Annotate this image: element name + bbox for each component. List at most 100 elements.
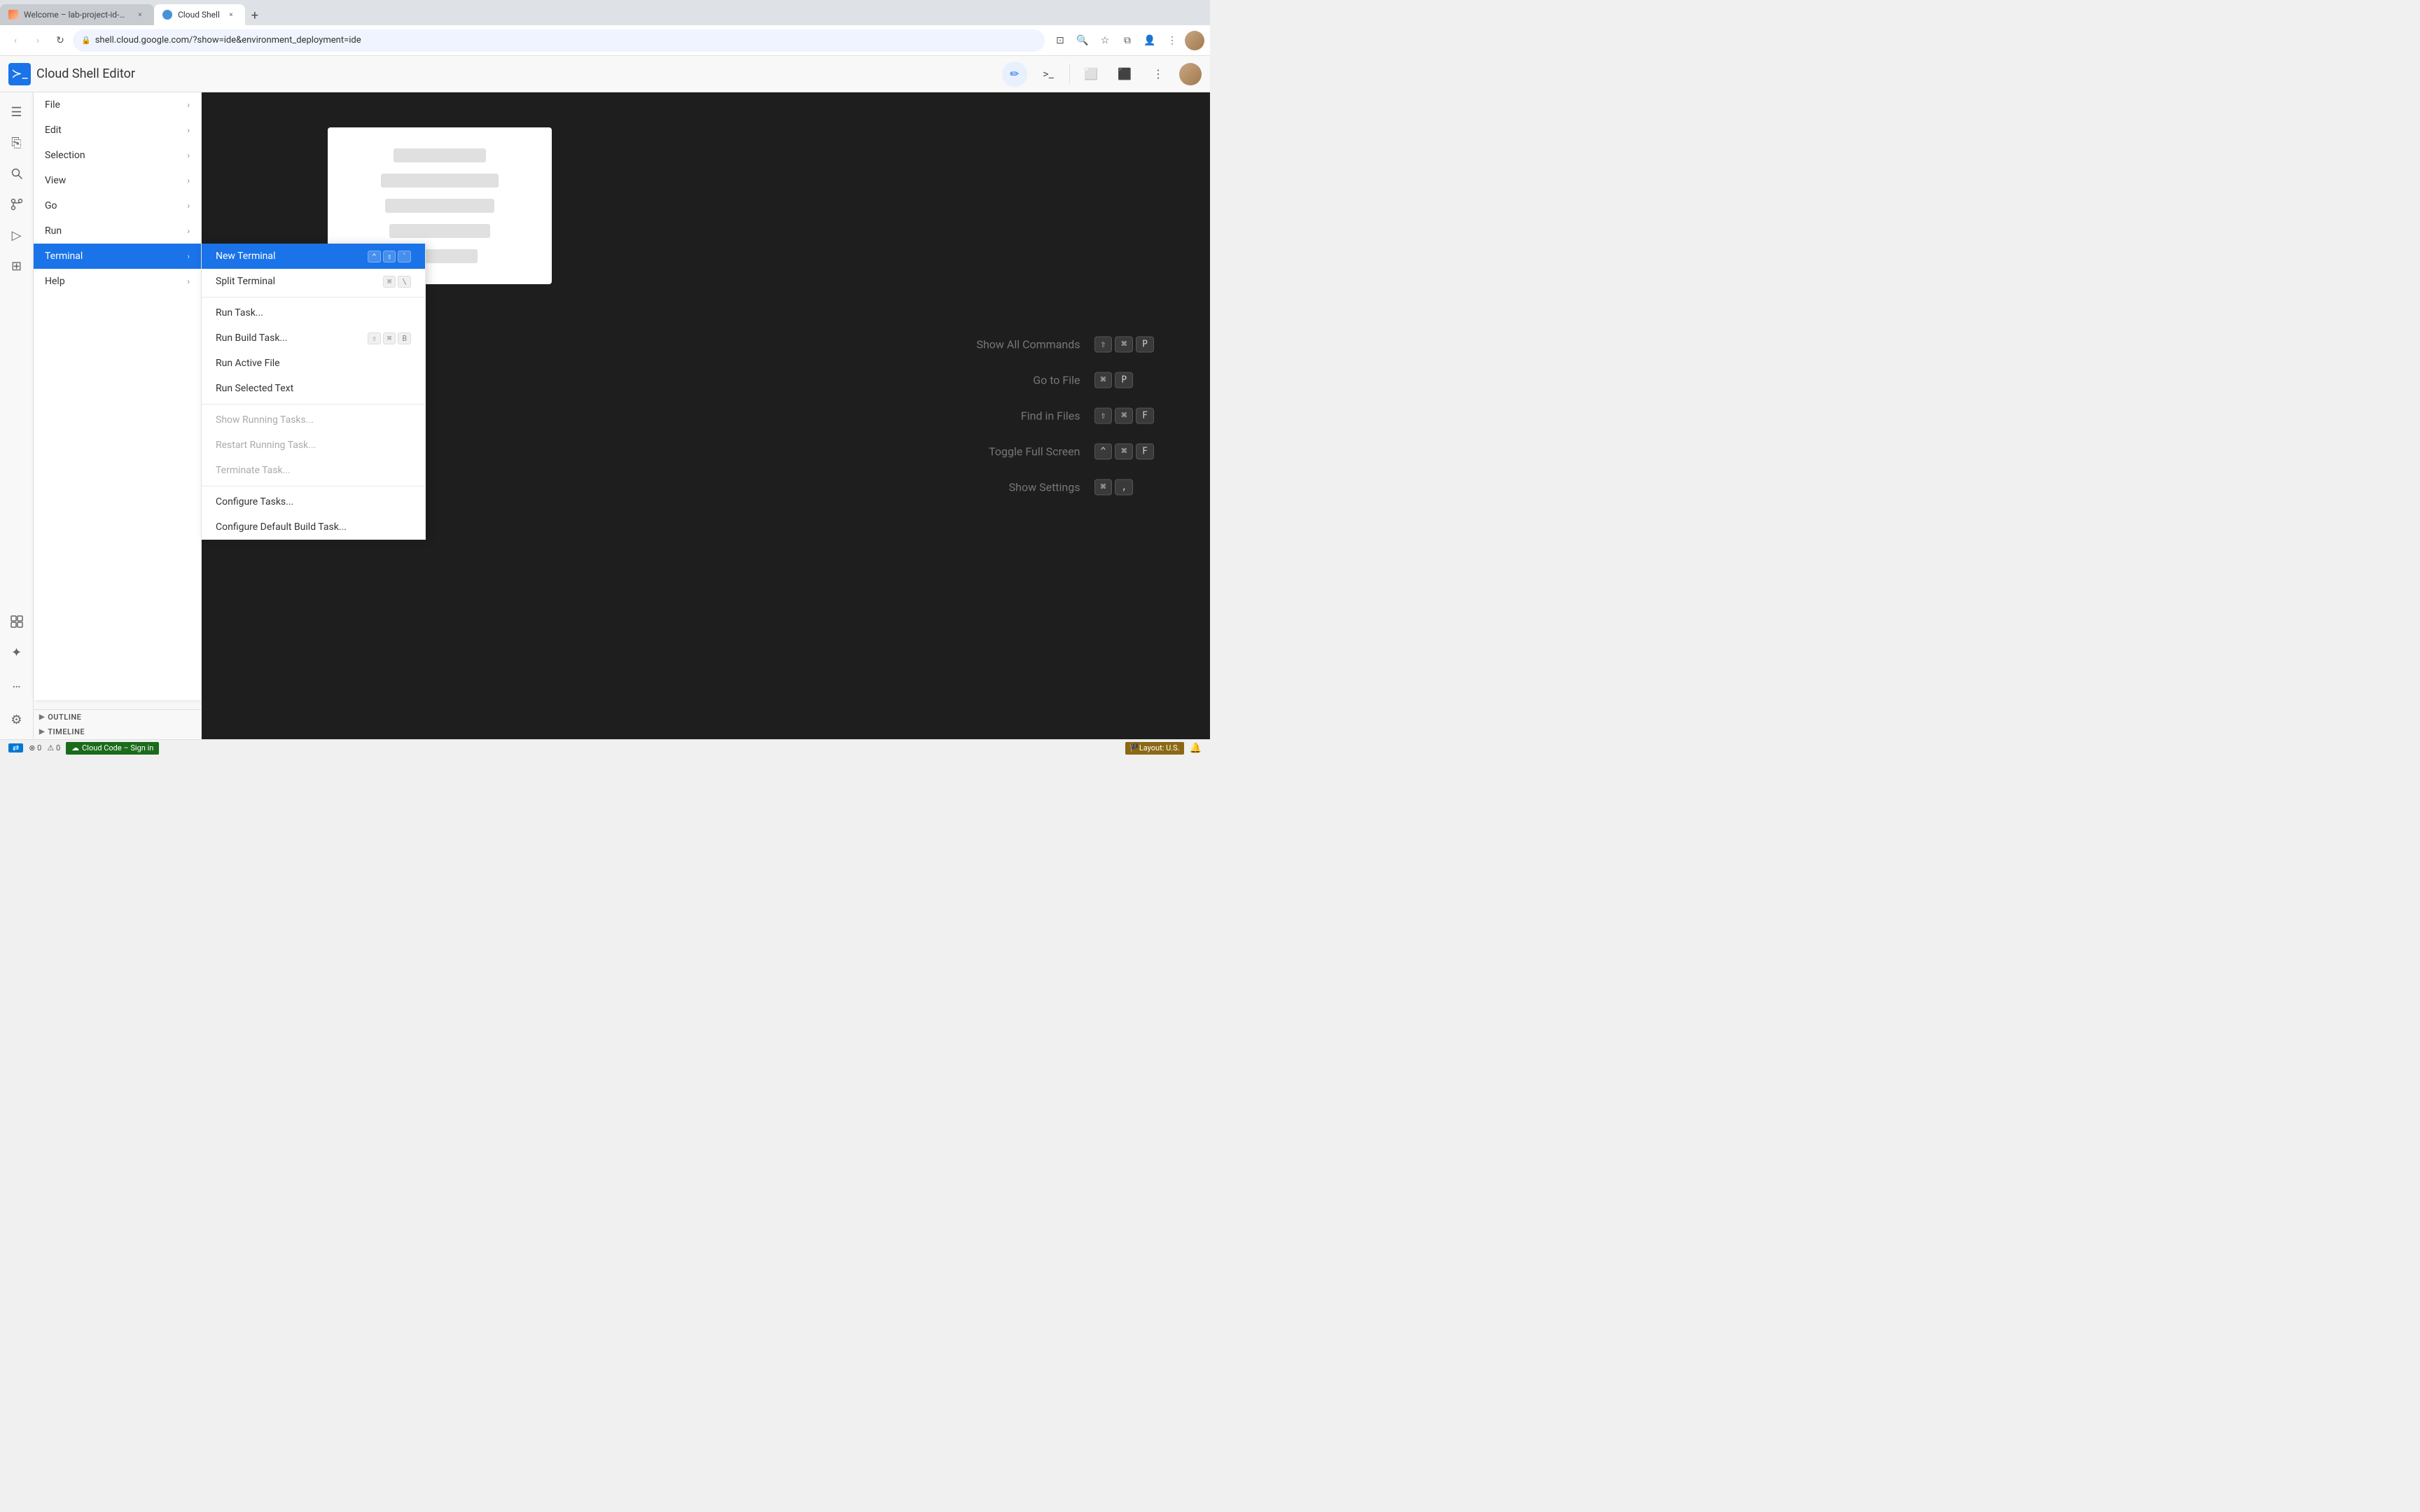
menu-selection[interactable]: Selection ›: [34, 143, 201, 168]
terminal-submenu: New Terminal ⌃ ⇧ ` Split Terminal ⌘ \: [202, 244, 426, 540]
activity-search[interactable]: [3, 160, 31, 188]
activity-extensions[interactable]: ⊞: [3, 252, 31, 280]
app-logo[interactable]: ≻_ Cloud Shell Editor: [8, 63, 135, 85]
terminal-mode-button[interactable]: >_: [1036, 62, 1061, 87]
activity-more[interactable]: …: [3, 669, 31, 697]
bookmark-icon[interactable]: ☆: [1095, 31, 1115, 50]
status-warnings: ⚠ 0: [47, 743, 60, 752]
menu-edit-arrow: ›: [187, 125, 190, 135]
submenu-divider-2: [202, 404, 425, 405]
menu-help-arrow: ›: [187, 276, 190, 286]
menu-help-label: Help: [45, 276, 187, 287]
shortcut-label-3: Find in Files: [940, 410, 1080, 423]
shortcut-cmd: ⌘: [383, 276, 396, 288]
submenu-run-build-task-shortcut: ⇧ ⌘ B: [368, 332, 411, 344]
shortcut-ctrl: ⌃: [368, 251, 381, 262]
split-button[interactable]: ⬛: [1112, 62, 1137, 87]
skeleton-2: [381, 174, 499, 188]
cloud-code-label: Cloud Code – Sign in: [82, 743, 153, 752]
menu-file[interactable]: File ›: [34, 92, 201, 118]
tab-close-cloudshell[interactable]: ×: [225, 9, 237, 20]
activity-source-control[interactable]: [3, 190, 31, 218]
browser-tab-bar: Welcome – lab-project-id-e... × Cloud Sh…: [0, 0, 1210, 25]
shortcut-row-3: Find in Files ⇧ ⌘ F: [940, 408, 1154, 424]
shortcut-key-f: F: [1136, 408, 1154, 424]
more-icon[interactable]: ⋮: [1162, 31, 1182, 50]
address-bar[interactable]: 🔒 shell.cloud.google.com/?show=ide&envir…: [73, 29, 1045, 52]
header-avatar[interactable]: [1179, 63, 1202, 85]
tab-close-welcome[interactable]: ×: [134, 9, 146, 20]
cloud-code-button[interactable]: ☁ Cloud Code – Sign in: [66, 742, 159, 755]
shortcut-key-p2: P: [1115, 372, 1133, 388]
menu-terminal[interactable]: Terminal ›: [34, 244, 201, 269]
menu-view-label: View: [45, 175, 187, 186]
submenu-terminate-task-label: Terminate Task...: [216, 465, 411, 476]
submenu-configure-default-build-task[interactable]: Configure Default Build Task...: [202, 514, 425, 540]
menu-help[interactable]: Help ›: [34, 269, 201, 294]
menu-go[interactable]: Go ›: [34, 193, 201, 218]
header-divider: [1069, 64, 1070, 84]
account-icon[interactable]: 👤: [1140, 31, 1160, 50]
tab-label-cloudshell: Cloud Shell: [178, 10, 220, 20]
submenu-new-terminal-label: New Terminal: [216, 251, 368, 262]
shortcut-backslash: \: [398, 276, 411, 288]
activity-menu[interactable]: ☰: [3, 98, 31, 126]
activity-run[interactable]: ▷: [3, 221, 31, 249]
menu-file-arrow: ›: [187, 100, 190, 110]
submenu-restart-running-task-label: Restart Running Task...: [216, 440, 411, 451]
zoom-icon[interactable]: 🔍: [1073, 31, 1092, 50]
menu-view[interactable]: View ›: [34, 168, 201, 193]
shortcut-key-cmd5: ⌘: [1094, 479, 1113, 496]
submenu-configure-tasks-label: Configure Tasks...: [216, 496, 411, 507]
submenu-configure-default-build-task-label: Configure Default Build Task...: [216, 522, 411, 533]
submenu-run-build-task[interactable]: Run Build Task... ⇧ ⌘ B: [202, 326, 425, 351]
left-panel: ▶ OUTLINE ▶ TIMELINE File › Edit ›: [34, 92, 202, 739]
menu-selection-arrow: ›: [187, 150, 190, 160]
submenu-new-terminal[interactable]: New Terminal ⌃ ⇧ `: [202, 244, 425, 269]
browser-tab-welcome[interactable]: Welcome – lab-project-id-e... ×: [0, 4, 154, 25]
activity-gemini[interactable]: ✦: [3, 638, 31, 666]
submenu-run-active-file[interactable]: Run Active File: [202, 351, 425, 376]
browser-tab-cloudshell[interactable]: Cloud Shell ×: [154, 4, 245, 25]
shortcut-key-cmd3: ⌘: [1115, 408, 1133, 424]
submenu-configure-tasks[interactable]: Configure Tasks...: [202, 489, 425, 514]
submenu-split-terminal[interactable]: Split Terminal ⌘ \: [202, 269, 425, 294]
cast-icon[interactable]: ⊡: [1050, 31, 1070, 50]
shortcut-label-2: Go to File: [940, 374, 1080, 387]
header-more-button[interactable]: ⋮: [1146, 62, 1171, 87]
new-tab-button[interactable]: +: [245, 6, 265, 25]
edit-mode-button[interactable]: ✏: [1002, 62, 1027, 87]
timeline-section[interactable]: ▶ TIMELINE: [34, 724, 201, 739]
nav-back-button[interactable]: ‹: [6, 31, 25, 50]
submenu-run-task[interactable]: Run Task...: [202, 300, 425, 326]
shortcut-keys-5: ⌘ ,: [1094, 479, 1134, 496]
notification-bell[interactable]: 🔔: [1190, 743, 1202, 754]
menu-edit[interactable]: Edit ›: [34, 118, 201, 143]
activity-settings[interactable]: ⚙: [3, 706, 31, 734]
primary-menu: File › Edit › Selection › View › Go ›: [34, 92, 202, 700]
submenu-run-selected-text[interactable]: Run Selected Text: [202, 376, 425, 401]
layout-flag-icon: 🏴: [1129, 743, 1139, 752]
shortcut-b: B: [398, 332, 411, 344]
status-remote-icon: ⇄: [8, 743, 23, 752]
activity-cloud[interactable]: [3, 608, 31, 636]
address-url: shell.cloud.google.com/?show=ide&environ…: [95, 35, 1036, 46]
submenu-run-selected-text-label: Run Selected Text: [216, 383, 411, 394]
extensions-icon[interactable]: ⧉: [1118, 31, 1137, 50]
skeleton-1: [394, 148, 486, 162]
submenu-restart-running-task: Restart Running Task...: [202, 433, 425, 458]
outline-section[interactable]: ▶ OUTLINE: [34, 710, 201, 724]
nav-forward-button[interactable]: ›: [28, 31, 48, 50]
shortcut-keys-3: ⇧ ⌘ F: [1094, 408, 1154, 424]
shortcut-backtick: `: [398, 251, 411, 262]
menu-run[interactable]: Run ›: [34, 218, 201, 244]
menu-selection-label: Selection: [45, 150, 187, 161]
activity-bar: ☰ ⎘ ▷ ⊞: [0, 92, 34, 739]
activity-explorer[interactable]: ⎘: [3, 129, 31, 157]
nav-refresh-button[interactable]: ↻: [50, 31, 70, 50]
submenu-show-running-tasks-label: Show Running Tasks...: [216, 414, 411, 426]
preview-button[interactable]: ⬜: [1078, 62, 1104, 87]
layout-label: 🏴 Layout: U.S.: [1125, 742, 1183, 755]
menu-go-arrow: ›: [187, 201, 190, 211]
profile-avatar[interactable]: [1185, 31, 1204, 50]
